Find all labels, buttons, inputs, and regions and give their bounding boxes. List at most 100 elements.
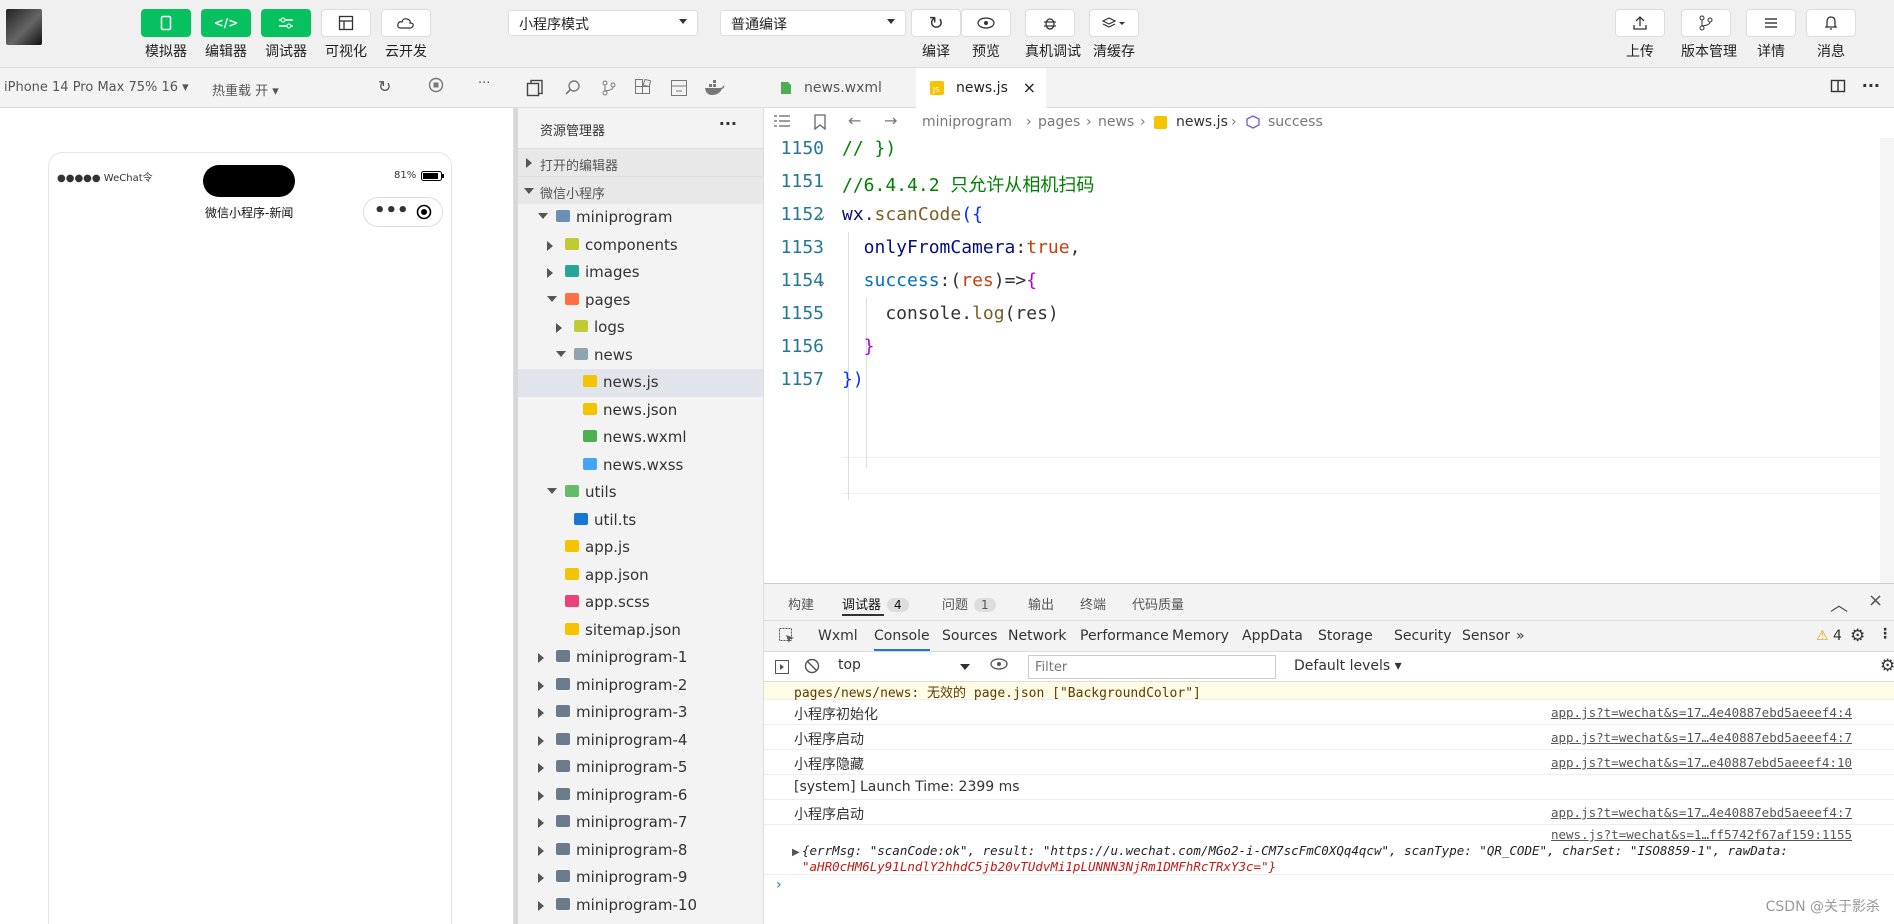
- warning-count[interactable]: ⚠ 4: [1816, 628, 1842, 644]
- code-line[interactable]: wx.scanCode({: [842, 204, 983, 225]
- editor-scrollbar[interactable]: [1880, 138, 1894, 583]
- menu-capsule[interactable]: •••: [363, 197, 443, 227]
- close-panel-icon[interactable]: ×: [1868, 590, 1883, 611]
- sidebar-toggle-icon[interactable]: [774, 659, 790, 679]
- tree-item[interactable]: pages: [514, 287, 763, 315]
- project-section[interactable]: 微信小程序: [514, 176, 763, 204]
- breadcrumb-item[interactable]: pages: [1038, 114, 1080, 130]
- tree-item[interactable]: miniprogram-5: [514, 754, 763, 782]
- expand-triangle-icon[interactable]: ▶: [792, 847, 800, 858]
- explorer-more-icon[interactable]: ···: [719, 114, 737, 133]
- close-circle-icon[interactable]: [416, 204, 432, 224]
- tab-build[interactable]: 构建: [788, 594, 814, 613]
- open-editors-section[interactable]: 打开的编辑器: [514, 148, 763, 176]
- code-line[interactable]: success:(res)=>{: [842, 270, 1037, 291]
- cloud-button[interactable]: 云开发: [381, 9, 431, 61]
- source-link[interactable]: app.js?t=wechat&s=17…4e40887ebd5aeeef4:7: [1551, 730, 1852, 745]
- devtools-tab[interactable]: Network: [1008, 628, 1066, 644]
- more-icon[interactable]: ···: [478, 76, 490, 91]
- tree-item[interactable]: miniprogram-2: [514, 672, 763, 700]
- remote-debug-button[interactable]: 真机调试: [1025, 9, 1081, 61]
- mode-select[interactable]: 小程序模式: [508, 10, 698, 36]
- compile-button[interactable]: ↻ 编译: [911, 9, 961, 61]
- tree-item[interactable]: miniprogram-7: [514, 809, 763, 837]
- inspect-icon[interactable]: [778, 627, 796, 649]
- tree-item[interactable]: news: [514, 342, 763, 370]
- outline-icon[interactable]: [774, 114, 790, 132]
- tree-item[interactable]: miniprogram-6: [514, 782, 763, 810]
- debugger-button[interactable]: 调试器: [261, 9, 311, 61]
- files-icon[interactable]: [526, 79, 544, 101]
- code-line[interactable]: }): [842, 369, 864, 390]
- tab-debugger[interactable]: 调试器 4: [842, 594, 909, 613]
- devtools-tab[interactable]: Memory: [1172, 628, 1229, 644]
- code-line[interactable]: //6.4.4.2 只允许从相机扫码: [842, 171, 1094, 197]
- tab-terminal[interactable]: 终端: [1080, 594, 1106, 613]
- tab-code-quality[interactable]: 代码质量: [1132, 594, 1184, 613]
- tree-item[interactable]: app.json: [514, 562, 763, 590]
- more-dots-icon[interactable]: •••: [374, 200, 409, 221]
- simulator-button[interactable]: 模拟器: [141, 9, 191, 61]
- source-link[interactable]: app.js?t=wechat&s=17…4e40887ebd5aeeef4:4: [1551, 705, 1852, 720]
- close-icon[interactable]: ×: [1023, 78, 1036, 97]
- code-line[interactable]: onlyFromCamera:true,: [842, 237, 1081, 258]
- gear-icon[interactable]: ⚙: [1880, 656, 1894, 676]
- code-editor[interactable]: ⌄ ⌄ 1150// }) 1151//6.4.4.2 只允许从相机扫码 1152 w…: [764, 138, 1894, 583]
- tree-item[interactable]: news.wxml: [514, 424, 763, 452]
- source-link[interactable]: news.js?t=wechat&s=1…ff5742f67af159:1155: [1551, 827, 1852, 842]
- source-link[interactable]: app.js?t=wechat&s=17…4e40887ebd5aeeef4:7: [1551, 805, 1852, 820]
- source-control-icon[interactable]: [600, 79, 618, 101]
- console-prompt[interactable]: ›: [764, 875, 1894, 895]
- context-select[interactable]: top: [838, 657, 970, 673]
- tree-item[interactable]: miniprogram-4: [514, 727, 763, 755]
- tree-item[interactable]: logs: [514, 314, 763, 342]
- console-object-message[interactable]: news.js?t=wechat&s=1…ff5742f67af159:1155…: [764, 825, 1894, 875]
- search-icon[interactable]: [564, 79, 582, 101]
- code-line[interactable]: }: [842, 336, 875, 357]
- breadcrumb-item[interactable]: success: [1268, 114, 1323, 130]
- preview-button[interactable]: 预览: [961, 9, 1011, 61]
- collapse-panel-icon[interactable]: ︿: [1830, 591, 1848, 617]
- tree-item[interactable]: miniprogram-1: [514, 644, 763, 672]
- version-button[interactable]: 版本管理: [1681, 9, 1737, 61]
- breadcrumb-item[interactable]: miniprogram: [922, 114, 1012, 130]
- extensions-icon[interactable]: [634, 78, 652, 101]
- tree-item[interactable]: miniprogram-9: [514, 864, 763, 892]
- explorer-scrollbar[interactable]: [514, 108, 518, 924]
- devtools-tab[interactable]: Security: [1394, 628, 1452, 644]
- messages-button[interactable]: 消息: [1806, 9, 1856, 61]
- device-select[interactable]: iPhone 14 Pro Max 75% 16 ▾: [4, 80, 189, 95]
- visual-button[interactable]: 可视化: [321, 9, 371, 61]
- tree-item[interactable]: util.ts: [514, 507, 763, 535]
- forward-arrow-icon[interactable]: →: [884, 111, 897, 130]
- code-line[interactable]: // }): [842, 138, 896, 159]
- stop-icon[interactable]: [428, 77, 444, 97]
- more-tabs-icon[interactable]: »: [1516, 628, 1525, 644]
- tree-item[interactable]: sitemap.json: [514, 617, 763, 645]
- devtools-tab[interactable]: AppData: [1242, 628, 1303, 644]
- back-arrow-icon[interactable]: ←: [848, 111, 861, 130]
- tab-news-wxml[interactable]: news.wxml: [764, 68, 914, 108]
- editor-button[interactable]: </> 编辑器: [201, 9, 251, 61]
- code-line[interactable]: console.log(res): [842, 303, 1058, 324]
- tree-item[interactable]: utils: [514, 479, 763, 507]
- avatar[interactable]: [6, 9, 42, 45]
- clear-cache-button[interactable]: 清缓存: [1089, 9, 1139, 61]
- rotate-icon[interactable]: ↻: [378, 77, 391, 96]
- gear-icon[interactable]: ⚙: [1850, 626, 1865, 646]
- kebab-icon[interactable]: ⋮: [1878, 626, 1892, 642]
- storage-icon[interactable]: [670, 79, 688, 101]
- tree-item[interactable]: miniprogram-3: [514, 699, 763, 727]
- devtools-tab[interactable]: Sources: [942, 628, 997, 644]
- split-editor-icon[interactable]: [1830, 78, 1846, 98]
- tree-item[interactable]: miniprogram: [514, 204, 763, 232]
- devtools-tab[interactable]: Console: [874, 628, 930, 651]
- hot-reload-toggle[interactable]: 热重载 开 ▾: [212, 80, 279, 99]
- tree-item[interactable]: app.scss: [514, 589, 763, 617]
- editor-more-icon[interactable]: ···: [1862, 76, 1880, 95]
- clear-console-icon[interactable]: [804, 658, 820, 678]
- devtools-tab[interactable]: Sensor: [1462, 628, 1510, 644]
- devtools-tab[interactable]: Wxml: [818, 628, 858, 644]
- breadcrumb-item[interactable]: news: [1098, 114, 1134, 130]
- devtools-tab[interactable]: Storage: [1318, 628, 1373, 644]
